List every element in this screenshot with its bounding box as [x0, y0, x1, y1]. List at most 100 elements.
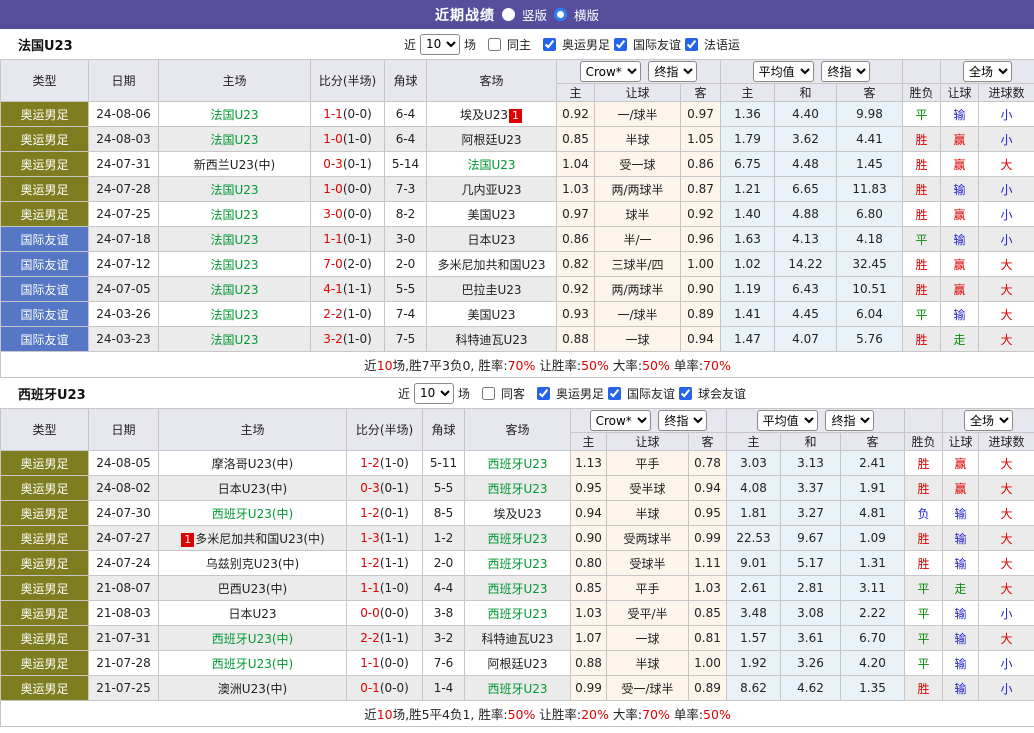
france-results-table: 类型 日期 主场 比分(半场) 角球 客场 Crow* 终指 平均值 终指 全场	[0, 59, 1034, 378]
avg-home-odds: 1.47	[720, 326, 776, 352]
same-venue-checkbox[interactable]	[481, 386, 495, 400]
sub-header-avg-away: 客	[836, 83, 904, 102]
near-label: 近	[403, 37, 416, 52]
summary-segment: 近	[364, 707, 377, 722]
avg-source-select[interactable]: 平均值	[752, 61, 814, 82]
col-header-date: 日期	[88, 59, 159, 102]
away-team-cell: 西班牙U23	[464, 675, 571, 701]
match-type-badge: 奥运男足	[0, 201, 89, 227]
recent-count-select[interactable]: 10	[413, 382, 454, 404]
home-team-cell: 日本U23	[158, 600, 347, 626]
scope-select[interactable]: 全场	[963, 61, 1013, 82]
match-result: 平	[902, 101, 942, 127]
home-odds: 1.04	[556, 151, 595, 177]
avg-draw-odds: 3.08	[780, 600, 842, 626]
sub-header-odds-away: 客	[679, 83, 722, 102]
odds-final-select[interactable]: 终指	[658, 410, 708, 431]
odds-source-select[interactable]: Crow*	[579, 61, 641, 82]
match-type-badge: 国际友谊	[0, 251, 89, 277]
league-checkbox-club-friendly[interactable]	[679, 386, 693, 400]
team-name: 法国U23	[210, 282, 259, 297]
team-name: 西班牙U23	[487, 481, 548, 496]
match-type-badge: 奥运男足	[0, 550, 89, 576]
spain-filterbar: 西班牙U23 近 10 场 同客 奥运男足 国际友谊 球会友谊	[0, 378, 1034, 408]
summary-segment: 近	[364, 358, 377, 373]
score-cell: 2-2(1-0)	[310, 301, 385, 327]
avg-header-group: 平均值 终指	[726, 408, 906, 433]
match-type-badge: 奥运男足	[0, 650, 89, 676]
team-name: 西班牙U23	[487, 606, 548, 621]
team-name: 多米尼加共和国U23	[437, 257, 546, 272]
horizontal-mode-label: 横版	[574, 8, 600, 23]
match-row: 奥运男足 24-08-03 法国U23 1-0(1-0) 6-4 阿根廷U23 0.85 半球…	[0, 126, 1034, 152]
scope-header-group: 全场	[940, 59, 1034, 84]
home-team-cell: 澳洲U23(中)	[158, 675, 347, 701]
summary-segment: 单率:	[669, 358, 704, 373]
score-cell: 1-1(0-0)	[310, 101, 385, 127]
horizontal-mode-radio[interactable]	[554, 8, 567, 21]
col-header-type: 类型	[0, 408, 89, 451]
team-name: 法国U23	[210, 107, 259, 122]
handicap-line: 一球	[606, 625, 689, 651]
match-result: 负	[904, 500, 944, 526]
league-label-olympic: 奥运男足	[556, 386, 605, 401]
home-odds: 1.03	[570, 600, 607, 626]
team-name: 科特迪瓦U23	[481, 631, 554, 646]
odds-header-group: Crow* 终指	[569, 408, 728, 433]
home-team-cell: 日本U23(中)	[158, 475, 347, 501]
match-row: 奥运男足 21-08-03 日本U23 0-0(0-0) 3-8 西班牙U23 1.03 受平…	[0, 600, 1034, 626]
away-team-cell: 阿根廷U23	[464, 650, 571, 676]
league-checkbox-francophone[interactable]	[685, 37, 699, 51]
odds-source-select[interactable]: Crow*	[589, 410, 651, 431]
goals-result: 小	[978, 101, 1034, 127]
avg-final-select[interactable]: 终指	[825, 410, 875, 431]
league-checkbox-olympic[interactable]	[537, 386, 550, 400]
halftime-score: (0-0)	[379, 606, 409, 620]
sub-header-avg-home: 主	[726, 432, 782, 451]
avg-final-select[interactable]: 终指	[821, 61, 871, 82]
away-odds: 0.85	[687, 600, 728, 626]
col-header-home: 主场	[158, 59, 311, 102]
avg-home-odds: 1.40	[720, 201, 776, 227]
match-result: 胜	[904, 450, 944, 476]
team-name: 几内亚U23	[461, 182, 522, 197]
away-team-cell: 美国U23	[426, 201, 557, 227]
match-result: 胜	[902, 276, 942, 302]
same-venue-checkbox[interactable]	[487, 37, 501, 51]
avg-away-odds: 6.70	[840, 625, 906, 651]
fulltime-score: 0-3	[323, 157, 343, 171]
corner-cell: 4-4	[422, 575, 465, 601]
corner-cell: 2-0	[384, 251, 427, 277]
avg-home-odds: 1.41	[720, 301, 776, 327]
league-checkbox-olympic[interactable]	[543, 37, 556, 51]
league-checkbox-friendly[interactable]	[614, 37, 628, 51]
vertical-mode-radio[interactable]	[501, 8, 515, 21]
avg-source-select[interactable]: 平均值	[756, 410, 818, 431]
away-team-cell: 法国U23	[426, 151, 557, 177]
handicap-result: 输	[940, 226, 980, 252]
score-cell: 7-0(2-0)	[310, 251, 385, 277]
corner-cell: 5-5	[422, 475, 465, 501]
home-odds: 0.85	[570, 575, 607, 601]
summary-segment: 10	[376, 358, 393, 373]
corner-cell: 2-0	[422, 550, 465, 576]
fulltime-score: 0-0	[360, 606, 380, 620]
home-odds: 0.94	[570, 500, 607, 526]
score-cell: 0-1(0-0)	[346, 675, 423, 701]
team-name: 法国U23	[210, 232, 259, 247]
odds-final-select[interactable]: 终指	[648, 61, 698, 82]
scope-select[interactable]: 全场	[964, 410, 1014, 431]
handicap-line: 受平/半	[606, 600, 689, 626]
sub-header-handicap-result: 让球	[942, 432, 980, 451]
titlebar: 近期战绩 竖版 横版	[0, 0, 1034, 29]
vertical-mode-label: 竖版	[521, 8, 547, 23]
sub-header-odds-home: 主	[556, 83, 595, 102]
match-row: 奥运男足 21-07-31 西班牙U23(中) 2-2(1-1) 3-2 科特迪瓦U23 1…	[0, 625, 1034, 651]
avg-away-odds: 3.11	[840, 575, 906, 601]
goals-result: 大	[978, 625, 1034, 651]
away-odds: 0.94	[679, 326, 722, 352]
match-row: 奥运男足 21-07-25 澳洲U23(中) 0-1(0-0) 1-4 西班牙U23 0.9…	[0, 675, 1034, 701]
league-checkbox-friendly[interactable]	[608, 386, 622, 400]
fulltime-score: 2-2	[360, 631, 380, 645]
recent-count-select[interactable]: 10	[419, 33, 460, 55]
